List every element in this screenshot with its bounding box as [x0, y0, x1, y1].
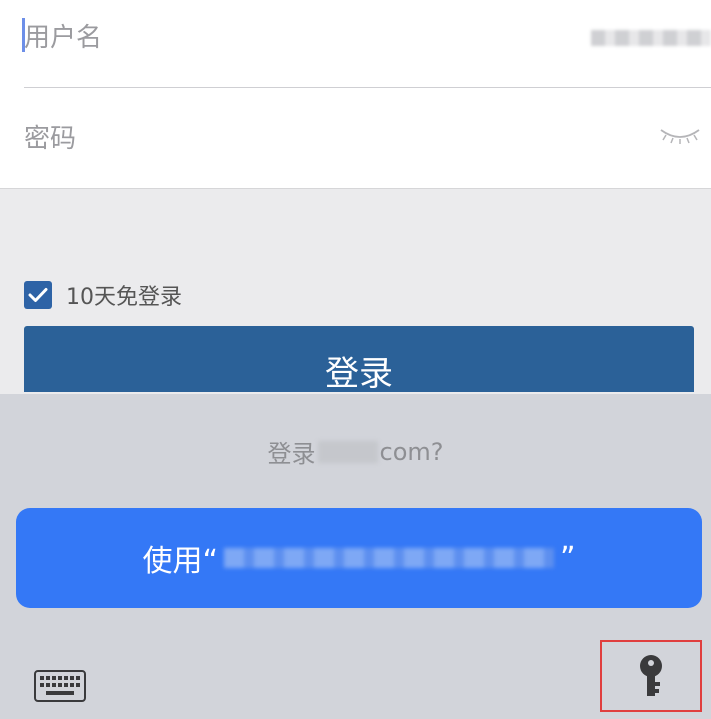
- autofill-prompt: 登录 com?: [0, 434, 711, 469]
- remember-login[interactable]: 10天免登录: [24, 279, 182, 311]
- password-placeholder: 密码: [24, 124, 77, 154]
- login-form: 用户名 密码: [0, 0, 711, 189]
- account-redacted: [224, 548, 554, 568]
- checkmark-icon: [28, 288, 48, 302]
- login-button[interactable]: 登录: [24, 326, 694, 394]
- use-prefix: 使用“: [142, 544, 218, 579]
- password-autofill-sheet: 登录 com? 使用“ ”: [0, 394, 711, 719]
- use-saved-password-button[interactable]: 使用“ ”: [16, 508, 702, 608]
- prompt-prefix: 登录: [267, 440, 316, 468]
- password-field[interactable]: 密码: [24, 88, 711, 188]
- eye-closed-icon[interactable]: [659, 126, 701, 144]
- username-field[interactable]: 用户名: [22, 0, 711, 88]
- passwords-key-button-highlight[interactable]: [600, 640, 702, 712]
- remember-label: 10天免登录: [66, 285, 182, 310]
- remember-checkbox[interactable]: [24, 281, 52, 309]
- use-suffix: ”: [560, 540, 576, 576]
- login-button-label: 登录: [325, 354, 393, 394]
- username-value-redacted: [591, 30, 711, 46]
- username-placeholder: 用户名: [24, 23, 103, 53]
- keyboard-icon[interactable]: [34, 670, 86, 702]
- prompt-suffix: com?: [379, 437, 444, 466]
- key-icon: [640, 655, 662, 696]
- domain-redacted: [317, 440, 378, 463]
